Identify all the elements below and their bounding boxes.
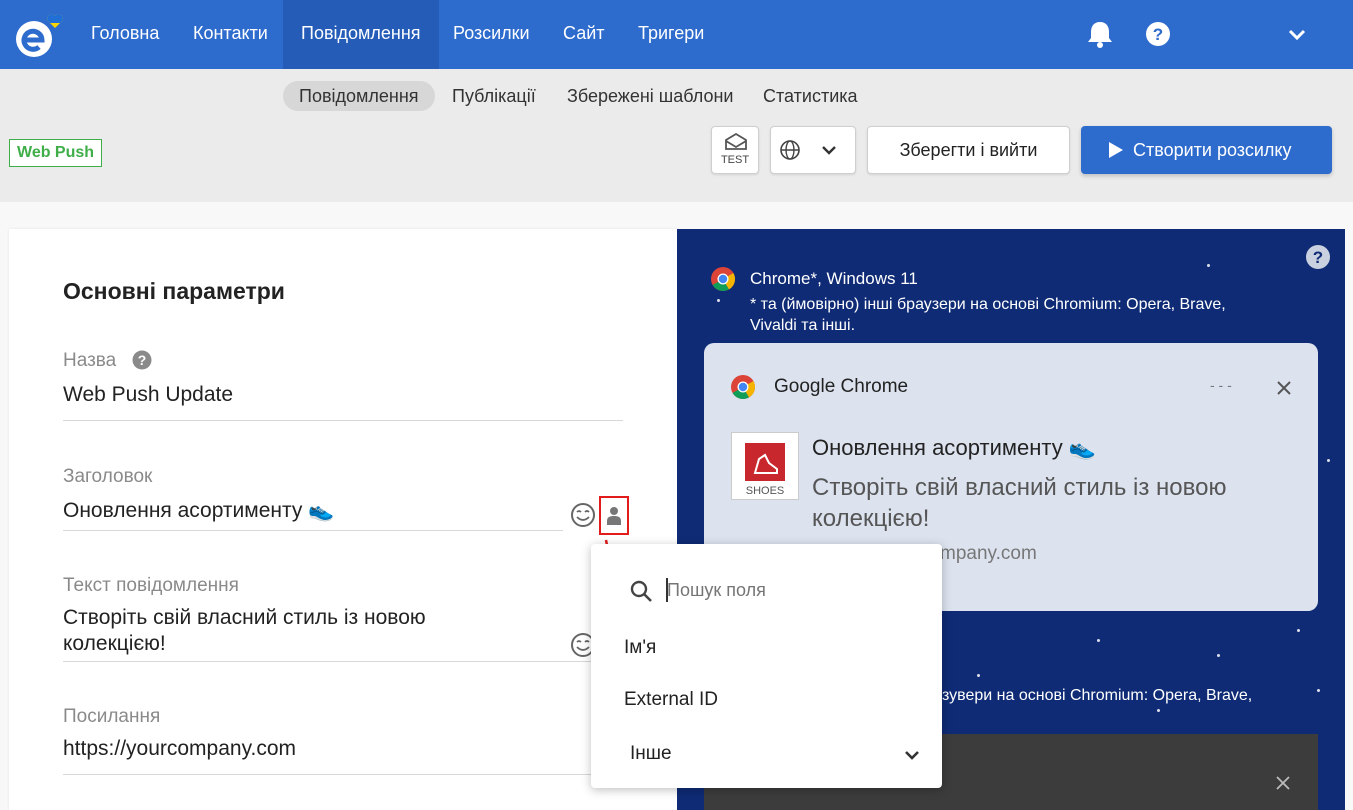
star <box>977 674 980 677</box>
chevron-down-icon <box>822 146 836 155</box>
save-and-exit-button[interactable]: Зберегти і вийти <box>867 126 1070 174</box>
notification-app-name: Google Chrome <box>774 376 909 397</box>
text-input-line2[interactable]: колекцією! <box>63 632 166 656</box>
esputnik-logo[interactable] <box>8 10 72 60</box>
search-icon <box>630 580 652 602</box>
chevron-down-icon[interactable] <box>1280 17 1314 51</box>
field-option-name[interactable]: Ім'я <box>624 637 656 659</box>
text-underline <box>63 661 593 662</box>
star <box>717 299 720 302</box>
tab-saved-templates[interactable]: Збережені шаблони <box>551 81 749 111</box>
shoe-icon <box>753 453 778 474</box>
star <box>1217 654 1220 657</box>
chrome-icon <box>731 375 756 400</box>
create-campaign-label: Створити розсилку <box>1133 140 1292 160</box>
star <box>1207 264 1210 267</box>
star <box>1297 629 1300 632</box>
channel-badge: Web Push <box>9 139 103 167</box>
nav-triggers[interactable]: Тригери <box>620 0 722 69</box>
chevron-down-icon[interactable] <box>904 748 920 762</box>
field-group-other[interactable]: Інше <box>630 743 672 765</box>
globe-icon <box>780 140 800 160</box>
nav-site[interactable]: Сайт <box>545 0 623 69</box>
title-underline <box>63 530 563 531</box>
star <box>1327 459 1330 462</box>
star <box>1157 709 1160 712</box>
test-envelope-icon <box>725 133 747 150</box>
chrome-icon <box>711 267 736 292</box>
field-option-external-id[interactable]: External ID <box>624 689 718 711</box>
link-underline <box>63 774 593 775</box>
star <box>1317 689 1320 692</box>
emoji-icon[interactable] <box>570 502 596 528</box>
field-search-input[interactable] <box>667 577 897 603</box>
sub-header: Повідомлення Публікації Збережені шаблон… <box>0 69 1353 202</box>
title-input[interactable]: Оновлення асортименту 👟 <box>63 499 334 523</box>
browser-note-line2: Vivaldi та інші. <box>750 317 856 334</box>
close-icon[interactable] <box>1276 776 1290 790</box>
notification-body-line1: Створіть свій власний стиль із новою <box>812 474 1227 501</box>
personalization-button[interactable] <box>599 496 629 535</box>
person-icon <box>607 507 621 525</box>
link-label: Посилання <box>63 706 161 727</box>
svg-text:?: ? <box>1153 25 1163 44</box>
test-label: TEST <box>720 154 750 166</box>
notification-image: SHOES <box>731 432 799 500</box>
personalization-dropdown: Ім'я External ID Інше <box>591 544 942 788</box>
text-input-line1[interactable]: Створіть свій власний стиль із новою <box>63 606 426 630</box>
nav-messages[interactable]: Повідомлення <box>283 0 439 69</box>
tab-statistics[interactable]: Статистика <box>747 81 874 111</box>
bell-icon[interactable] <box>1083 17 1117 51</box>
notification-menu-dots[interactable]: - - - <box>1210 377 1232 393</box>
browser-note-lower: зувери на основі Chromium: Opera, Brave, <box>942 687 1253 704</box>
top-navigation: Головна Контакти Повідомлення Розсилки С… <box>0 0 1353 69</box>
nav-contacts[interactable]: Контакти <box>175 0 286 69</box>
star <box>1097 639 1100 642</box>
browser-note-line1: * та (ймовірно) інші браузери на основі … <box>750 296 1226 313</box>
name-underline <box>63 420 623 421</box>
play-icon <box>1109 142 1123 158</box>
shoe-image <box>745 443 785 481</box>
nav-campaigns[interactable]: Розсилки <box>435 0 548 69</box>
svg-text:?: ? <box>138 352 147 368</box>
name-label: Назва <box>63 350 117 371</box>
name-input[interactable]: Web Push Update <box>63 383 233 407</box>
text-label: Текст повідомлення <box>63 575 239 596</box>
notification-domain: mpany.com <box>940 543 1037 564</box>
language-select[interactable] <box>770 126 856 174</box>
help-icon[interactable]: ? <box>1305 244 1331 270</box>
title-label: Заголовок <box>63 466 153 487</box>
help-icon[interactable]: ? <box>1141 17 1175 51</box>
section-title: Основні параметри <box>63 278 285 304</box>
tab-messages[interactable]: Повідомлення <box>283 81 435 111</box>
help-icon[interactable]: ? <box>132 350 152 370</box>
notification-body-line2: колекцією! <box>812 505 930 532</box>
tab-publications[interactable]: Публікації <box>436 81 552 111</box>
close-icon[interactable] <box>1276 380 1292 396</box>
test-send-button[interactable]: TEST <box>711 126 759 174</box>
link-input[interactable]: https://yourcompany.com <box>63 737 296 761</box>
nav-home[interactable]: Головна <box>73 0 177 69</box>
svg-text:?: ? <box>1313 248 1323 267</box>
create-campaign-button[interactable]: Створити розсилку <box>1081 126 1332 174</box>
browser-label: Chrome*, Windows 11 <box>750 269 918 288</box>
notification-title: Оновлення асортименту 👟 <box>812 435 1097 460</box>
image-caption: SHOES <box>745 485 785 497</box>
